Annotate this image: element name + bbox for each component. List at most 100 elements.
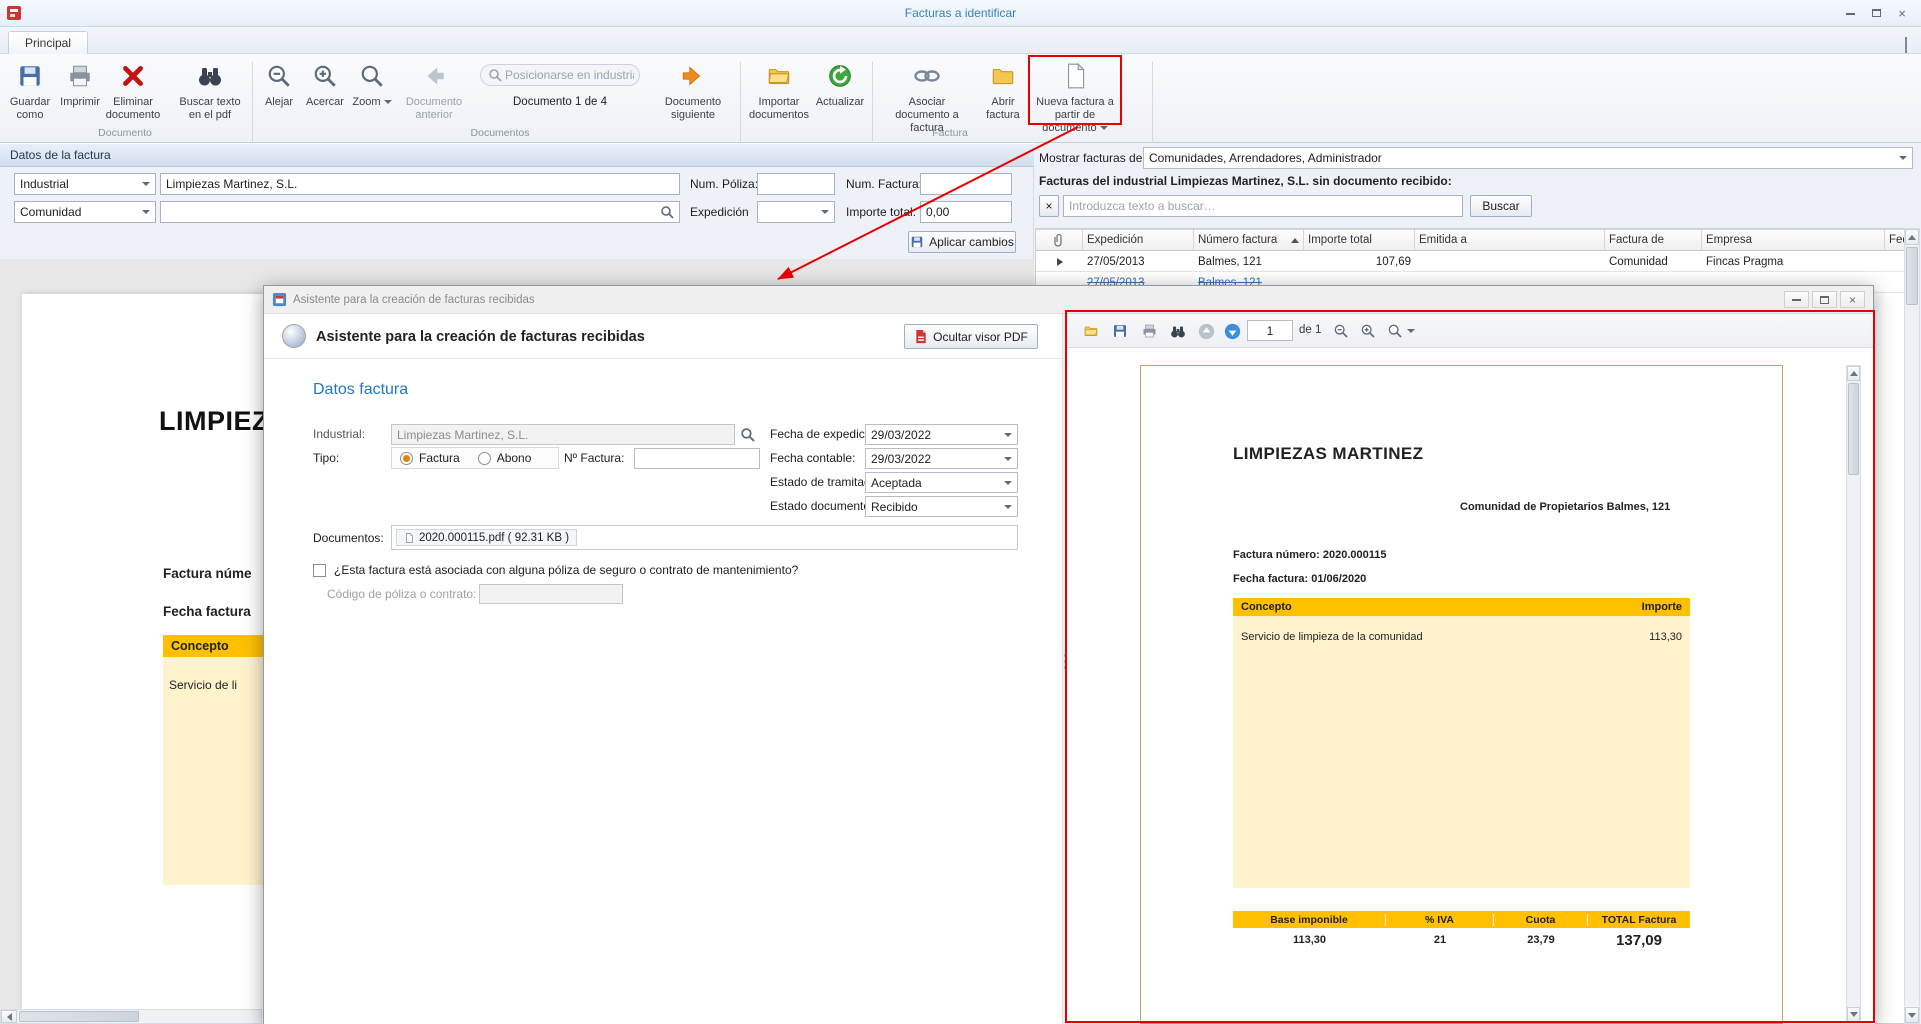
bgdoc-factura-line: Factura núme [163, 566, 252, 581]
estado-tramitacion-combo[interactable]: Aceptada [865, 472, 1018, 493]
attachment-column-header[interactable] [1036, 229, 1083, 251]
fecha-expedicion-combo[interactable]: 29/03/2022 [865, 424, 1018, 445]
open-file-button[interactable] [1079, 320, 1103, 342]
no-factura-input[interactable] [634, 448, 760, 469]
column-header-numero-factura[interactable]: Número factura [1194, 229, 1304, 251]
application-window: Facturas a identificar × Principal Guard… [0, 0, 1921, 1024]
scrollbar-thumb[interactable] [1906, 247, 1918, 305]
column-header-empresa[interactable]: Empresa [1702, 229, 1885, 251]
industrial-combo[interactable]: Industrial [14, 173, 156, 195]
dropdown-caret-icon [1004, 481, 1012, 485]
print-button[interactable] [1137, 320, 1161, 342]
close-icon[interactable]: × [1889, 4, 1915, 22]
dropdown-caret-icon [1004, 433, 1012, 437]
document-file-chip[interactable]: 2020.000115.pdf ( 92.31 KB ) [396, 529, 577, 546]
invoice-totals-values: 113,30 21 23,79 137,09 [1233, 928, 1690, 952]
pdf-vertical-scrollbar[interactable] [1846, 365, 1861, 1023]
acercar-button[interactable]: Acercar [302, 58, 348, 109]
ocultar-visor-pdf-button[interactable]: Ocultar visor PDF [904, 324, 1038, 349]
column-header-emitida-a[interactable]: Emitida a [1415, 229, 1605, 251]
comunidad-combo[interactable]: Comunidad [14, 201, 156, 223]
lookup-search-icon[interactable] [740, 427, 755, 442]
column-header-factura-de[interactable]: Factura de [1605, 229, 1702, 251]
maximize-icon[interactable] [1812, 291, 1837, 308]
actualizar-button[interactable]: Actualizar [812, 58, 868, 109]
save-button[interactable] [1108, 320, 1132, 342]
num-poliza-input[interactable] [757, 173, 835, 195]
paperclip-icon [1053, 233, 1065, 247]
search-icon[interactable] [660, 205, 674, 219]
dropdown-caret-icon [1004, 457, 1012, 461]
industrial-name-input[interactable] [160, 173, 680, 195]
column-header-importe-total[interactable]: Importe total [1304, 229, 1415, 251]
posicionarse-input[interactable] [480, 64, 640, 86]
poliza-checkbox[interactable] [313, 564, 326, 577]
collapse-ribbon-icon[interactable] [1905, 39, 1907, 53]
scrollbar-thumb[interactable] [1848, 383, 1859, 475]
bgdoc-servicio-line: Servicio de li [169, 678, 237, 692]
importe-header: Importe [1642, 601, 1682, 613]
importar-documentos-button[interactable]: Importar documentos [748, 58, 810, 122]
zoom-out-button[interactable] [1329, 320, 1353, 342]
previous-page-button[interactable] [1194, 320, 1218, 342]
alejar-button[interactable]: Alejar [258, 58, 300, 109]
abrir-factura-button[interactable]: Abrir factura [978, 58, 1028, 122]
fecha-contable-combo[interactable]: 29/03/2022 [865, 448, 1018, 469]
guardar-como-button[interactable]: Guardar como [6, 58, 54, 122]
page-number-input[interactable] [1247, 320, 1293, 341]
window-controls: × [1837, 4, 1915, 22]
importe-total-input[interactable] [920, 201, 1012, 223]
scrollbar-thumb[interactable] [19, 1011, 139, 1022]
scroll-up-button[interactable] [1905, 229, 1919, 245]
importe-total-label: Importe total: [846, 201, 916, 223]
scroll-down-button[interactable] [1847, 1007, 1860, 1022]
buscar-button[interactable]: Buscar [1470, 195, 1532, 217]
estado-documentos-combo[interactable]: Recibido [865, 496, 1018, 517]
document-horizontal-scrollbar[interactable] [0, 1009, 262, 1024]
base-label: Base imponible [1233, 914, 1386, 926]
radio-abono[interactable] [478, 452, 491, 465]
aplicar-cambios-button[interactable]: Aplicar cambios [908, 231, 1016, 253]
zoom-mode-button[interactable] [1383, 320, 1419, 342]
scroll-up-button[interactable] [1847, 366, 1860, 381]
table-row[interactable]: 27/05/2013 Balmes, 121 107,69 Comunidad … [1036, 251, 1907, 272]
codigo-poliza-input[interactable] [479, 584, 623, 604]
printer-icon [1141, 323, 1158, 339]
grid-vertical-scrollbar[interactable] [1904, 228, 1920, 1024]
next-page-button[interactable] [1220, 320, 1244, 342]
file-name: 2020.000115.pdf ( 92.31 KB ) [419, 532, 569, 544]
tab-principal[interactable]: Principal [8, 31, 88, 54]
binoculars-icon [1169, 324, 1187, 339]
minimize-icon[interactable] [1837, 4, 1863, 22]
eliminar-documento-button[interactable]: Eliminar documento [102, 58, 164, 122]
dialog-header: Asistente para la creación de facturas r… [264, 314, 1062, 359]
documento-siguiente-button[interactable]: Documento siguiente [654, 58, 732, 122]
dialog-industrial-input[interactable] [391, 424, 735, 445]
buscar-texto-pdf-button[interactable]: Buscar texto en el pdf [172, 58, 248, 122]
scroll-left-button[interactable] [1, 1010, 17, 1023]
button-label: Documento siguiente [654, 96, 732, 122]
facturas-search-input[interactable] [1063, 195, 1463, 217]
expedicion-combo[interactable] [757, 201, 835, 223]
scroll-down-button[interactable] [1905, 1007, 1919, 1023]
column-header-expedicion[interactable]: Expedición [1083, 229, 1194, 251]
clear-search-button[interactable]: × [1039, 195, 1059, 217]
imprimir-button[interactable]: Imprimir [58, 58, 102, 109]
folder-icon [989, 58, 1017, 94]
cuota-value: 23,79 [1494, 934, 1588, 946]
asociar-documento-button[interactable]: Asociar documento a factura [880, 58, 974, 135]
find-button[interactable] [1166, 320, 1190, 342]
minimize-icon[interactable] [1784, 291, 1809, 308]
zoom-button[interactable]: Zoom [350, 58, 394, 109]
zoom-in-button[interactable] [1356, 320, 1380, 342]
radio-factura[interactable] [400, 452, 413, 465]
documentos-label: Documentos: [313, 527, 384, 549]
nueva-factura-button[interactable]: Nueva factura a partir de documento [1032, 58, 1118, 135]
comunidad-search-input[interactable] [160, 201, 680, 223]
mostrar-facturas-combo[interactable]: Comunidades, Arrendadores, Administrador [1143, 147, 1913, 169]
close-icon[interactable]: × [1840, 291, 1865, 308]
documento-anterior-button[interactable]: Documento anterior [398, 58, 470, 122]
num-factura-input[interactable] [920, 173, 1012, 195]
maximize-icon[interactable] [1863, 4, 1889, 22]
window-title: Facturas a identificar [0, 6, 1921, 20]
